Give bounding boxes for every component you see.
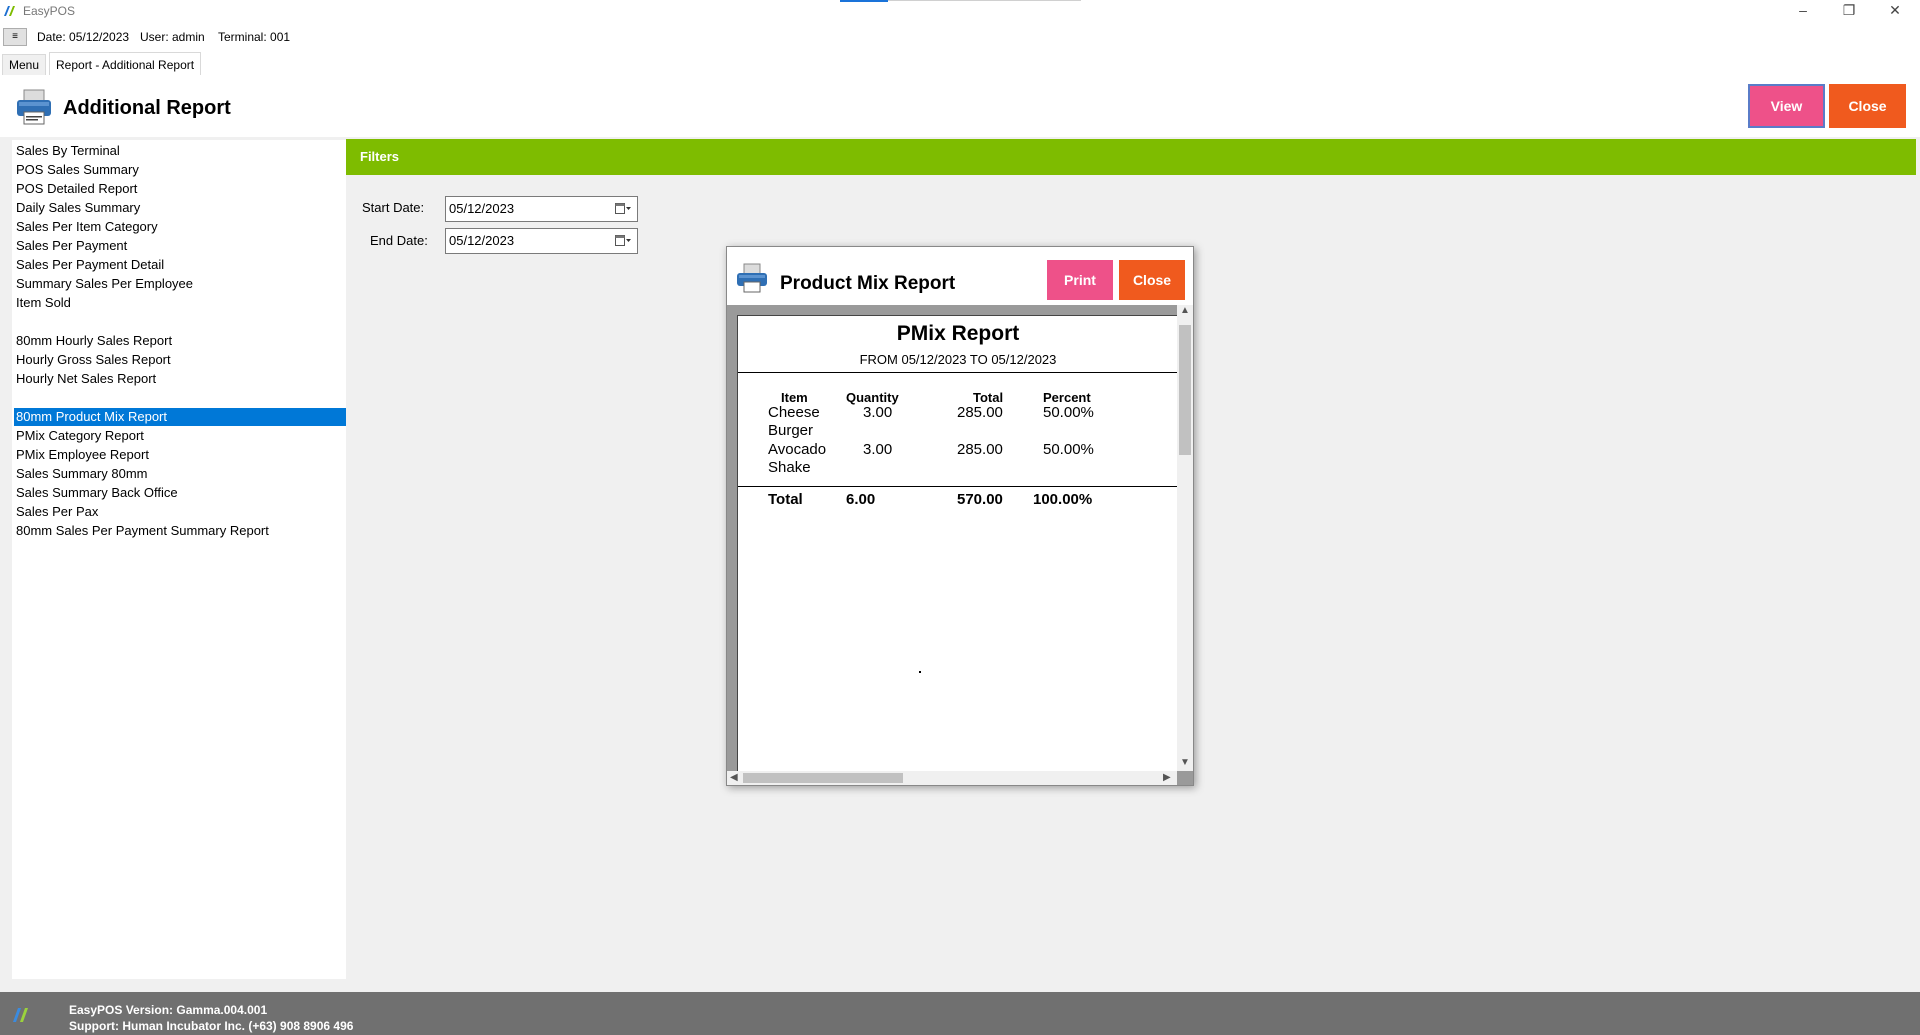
report-item-hourly-net-sales[interactable]: Hourly Net Sales Report (14, 370, 346, 388)
report-item-80mm-sales-per-payment-summary[interactable]: 80mm Sales Per Payment Summary Report (14, 522, 346, 540)
col-header-item: Item (781, 390, 808, 405)
report-item-sales-per-payment-detail[interactable]: Sales Per Payment Detail (14, 256, 346, 274)
report-item-sales-per-pax[interactable]: Sales Per Pax (14, 503, 346, 521)
row-quantity: 3.00 (863, 441, 893, 458)
tab-additional-report[interactable]: Report - Additional Report (49, 52, 202, 76)
total-label: Total (768, 491, 803, 508)
col-header-quantity: Quantity (846, 390, 899, 405)
report-viewer[interactable]: PMix Report FROM 05/12/2023 TO 05/12/202… (727, 305, 1193, 785)
tab-menu[interactable]: Menu (2, 54, 47, 75)
report-item-sales-by-terminal[interactable]: Sales By Terminal (14, 142, 346, 160)
scroll-left-icon[interactable]: ◀ (730, 772, 738, 783)
report-item-item-sold[interactable]: Item Sold (14, 294, 346, 312)
report-page: PMix Report FROM 05/12/2023 TO 05/12/202… (737, 315, 1177, 771)
page-title: Additional Report (63, 97, 231, 119)
restore-button[interactable]: ❐ (1826, 0, 1872, 22)
dialog-close-button[interactable]: Close (1119, 260, 1185, 300)
calendar-dropdown-icon[interactable] (615, 202, 631, 216)
page-marker-dot (919, 671, 921, 673)
report-date-range: FROM 05/12/2023 TO 05/12/2023 (859, 352, 1057, 367)
horizontal-scrollbar[interactable]: ◀ ▶ (727, 771, 1177, 785)
row-percent: 50.00% (1043, 404, 1094, 421)
total-amount: 570.00 (957, 491, 1003, 508)
end-date-picker[interactable]: 05/12/2023 (445, 228, 638, 254)
window-title: EasyPOS (23, 4, 76, 18)
report-title: PMix Report (896, 322, 1020, 345)
total-quantity: 6.00 (846, 491, 876, 508)
title-divider-line (888, 0, 1081, 1)
report-divider (738, 372, 1177, 373)
status-footer: EasyPOS Version: Gamma.004.001 Support: … (0, 992, 1920, 1035)
menu-toggle-button[interactable]: ≡ (3, 28, 27, 46)
product-mix-dialog: Product Mix Report Print Close PMix Repo… (726, 246, 1194, 786)
current-user: User: admin (140, 30, 205, 44)
print-button[interactable]: Print (1047, 260, 1113, 300)
row-total: 285.00 (957, 404, 1003, 421)
printer-icon (737, 263, 767, 293)
current-date: Date: 05/12/2023 (37, 30, 130, 44)
report-item-sales-summary-80mm[interactable]: Sales Summary 80mm (14, 465, 346, 483)
scroll-down-icon[interactable]: ▼ (1180, 757, 1190, 768)
report-item-sales-summary-back-office[interactable]: Sales Summary Back Office (14, 484, 346, 502)
calendar-dropdown-icon[interactable] (615, 234, 631, 248)
report-item-sales-per-payment[interactable]: Sales Per Payment (14, 237, 346, 255)
dialog-title: Product Mix Report (780, 273, 956, 294)
report-item-hourly-gross-sales[interactable]: Hourly Gross Sales Report (14, 351, 346, 369)
window-close-button[interactable]: ✕ (1872, 0, 1918, 22)
report-item-daily-sales-summary[interactable]: Daily Sales Summary (14, 199, 346, 217)
printer-icon (17, 89, 51, 125)
vertical-scrollbar[interactable]: ▲ ▼ (1177, 305, 1193, 771)
total-percent: 100.00% (1033, 491, 1093, 508)
col-header-total: Total (973, 390, 1004, 405)
row-item: Avocado Shake (768, 441, 827, 476)
report-item-summary-sales-per-employee[interactable]: Summary Sales Per Employee (14, 275, 346, 293)
scroll-right-icon[interactable]: ▶ (1163, 772, 1171, 783)
start-date-value: 05/12/2023 (449, 201, 515, 216)
human-incubator-logo-icon (13, 1008, 28, 1022)
filters-heading: Filters (346, 139, 1916, 175)
report-item-sales-per-item-category[interactable]: Sales Per Item Category (14, 218, 346, 236)
start-date-label: Start Date: (362, 200, 425, 215)
page-header: Additional Report View Close (0, 75, 1920, 137)
scroll-up-icon[interactable]: ▲ (1180, 305, 1190, 316)
report-item-pmix-category[interactable]: PMix Category Report (14, 427, 346, 445)
version-text: EasyPOS Version: Gamma.004.001 (69, 1003, 268, 1017)
row-quantity: 3.00 (863, 404, 893, 421)
info-bar: ≡ Date: 05/12/2023 User: admin Terminal:… (0, 22, 1920, 52)
end-date-value: 05/12/2023 (449, 233, 515, 248)
report-item-80mm-hourly-sales[interactable]: 80mm Hourly Sales Report (14, 332, 346, 350)
tab-strip: Menu Report - Additional Report (0, 52, 1920, 76)
vertical-scroll-thumb[interactable] (1179, 325, 1191, 455)
report-list: Sales By Terminal POS Sales Summary POS … (12, 140, 346, 979)
easypos-logo-icon (4, 6, 15, 16)
support-text: Support: Human Incubator Inc. (+63) 908 … (69, 1019, 354, 1033)
totals-divider (738, 486, 1177, 487)
col-header-percent: Percent (1043, 390, 1091, 405)
start-date-picker[interactable]: 05/12/2023 (445, 196, 638, 222)
end-date-label: End Date: (370, 233, 428, 248)
title-accent-line (840, 0, 888, 2)
minimize-button[interactable]: – (1780, 0, 1826, 22)
row-item: Cheese Burger (768, 404, 820, 439)
report-item-pos-sales-summary[interactable]: POS Sales Summary (14, 161, 346, 179)
terminal-id: Terminal: 001 (218, 30, 291, 44)
horizontal-scroll-thumb[interactable] (743, 773, 903, 783)
window-titlebar: EasyPOS – ❐ ✕ (0, 0, 1920, 22)
report-item-pmix-employee[interactable]: PMix Employee Report (14, 446, 346, 464)
view-button[interactable]: View (1748, 84, 1825, 128)
close-button[interactable]: Close (1829, 84, 1906, 128)
report-item-80mm-product-mix[interactable]: 80mm Product Mix Report (14, 408, 346, 426)
row-total: 285.00 (957, 441, 1003, 458)
report-item-pos-detailed-report[interactable]: POS Detailed Report (14, 180, 346, 198)
row-percent: 50.00% (1043, 441, 1094, 458)
